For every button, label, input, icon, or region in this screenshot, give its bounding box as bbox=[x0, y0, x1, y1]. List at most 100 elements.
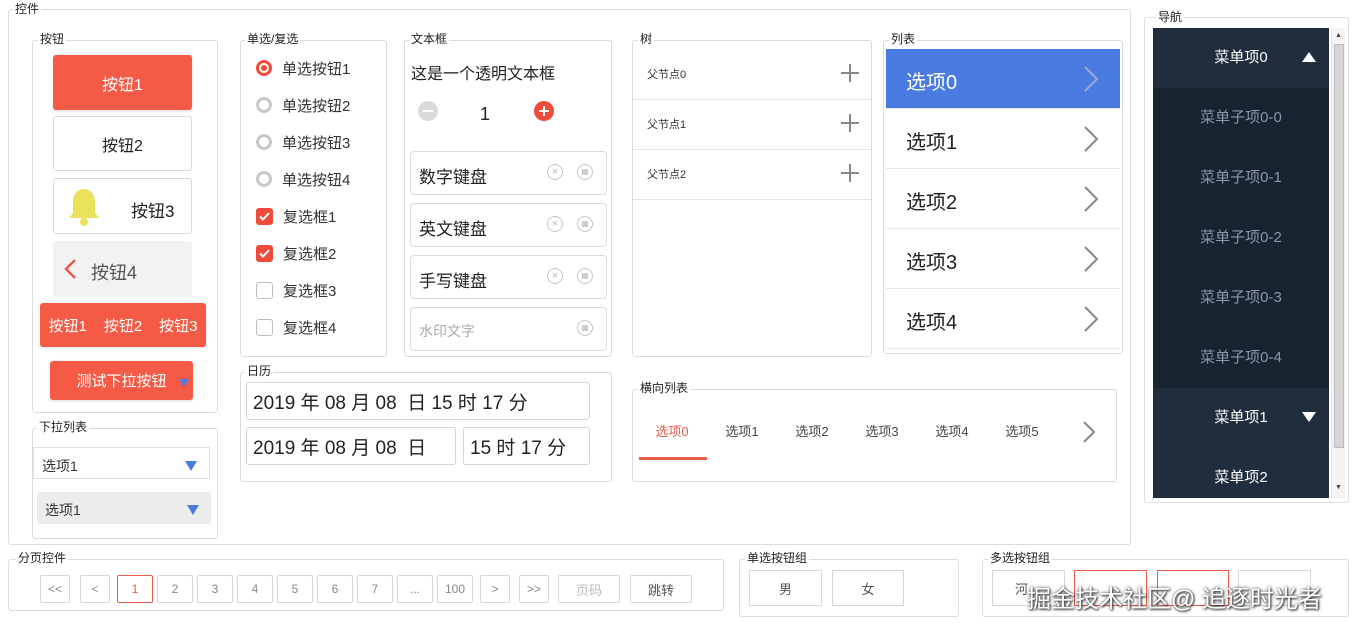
list-item-2[interactable]: 选项2 bbox=[886, 169, 1120, 229]
checkbox-1[interactable]: 复选框1 bbox=[256, 205, 336, 227]
scroll-up-arrow-icon[interactable]: ▲ bbox=[1335, 32, 1342, 39]
clear-icon[interactable]: × bbox=[547, 216, 563, 232]
tree-node-1[interactable]: 父节点1 bbox=[633, 99, 871, 150]
list-item-4[interactable]: 选项4 bbox=[886, 289, 1120, 349]
tree-node-2[interactable]: 父节点2 bbox=[633, 149, 871, 200]
handwrite-keyboard-text: 手写键盘 bbox=[419, 272, 487, 291]
keyboard-icon[interactable]: ▦ bbox=[577, 320, 593, 336]
watermark-input[interactable]: 水印文字 ▦ bbox=[410, 307, 607, 351]
radio-1[interactable]: 单选按钮1 bbox=[256, 57, 350, 79]
button-4[interactable]: 按钮4 bbox=[53, 241, 192, 297]
hlist-item-4[interactable]: 选项4 bbox=[918, 400, 986, 464]
page-next-button[interactable]: > bbox=[480, 575, 510, 603]
numeric-keyboard-text: 数字键盘 bbox=[419, 168, 487, 187]
page-3-button[interactable]: 3 bbox=[197, 575, 233, 603]
nav-menu-2[interactable]: 菜单项2 bbox=[1153, 448, 1329, 498]
nav-sub-0-2[interactable]: 菜单子项0-2 bbox=[1153, 208, 1329, 269]
button-3[interactable]: 按钮3 bbox=[53, 178, 192, 234]
clear-icon[interactable]: × bbox=[547, 164, 563, 180]
nav-sub-0-4[interactable]: 菜单子项0-4 bbox=[1153, 328, 1329, 389]
radio-group-male[interactable]: 男 bbox=[749, 570, 822, 606]
checkmark-icon bbox=[259, 211, 270, 221]
nav-sub-0-3[interactable]: 菜单子项0-3 bbox=[1153, 268, 1329, 329]
hlist-item-0[interactable]: 选项0 bbox=[638, 400, 706, 464]
chevron-left-icon bbox=[63, 258, 77, 283]
expand-plus-icon[interactable] bbox=[841, 114, 859, 132]
nav-menu: 菜单项0 菜单子项0-0 菜单子项0-1 菜单子项0-2 菜单子项0-3 菜单子… bbox=[1153, 28, 1329, 498]
page-7-button[interactable]: 7 bbox=[357, 575, 393, 603]
checkbox-4[interactable]: 复选框4 bbox=[256, 316, 336, 338]
checkbox-3[interactable]: 复选框3 bbox=[256, 279, 336, 301]
stepper-value[interactable]: 1 bbox=[480, 104, 490, 125]
plus-button[interactable] bbox=[534, 101, 554, 121]
button-group-item-2[interactable]: 按钮2 bbox=[104, 315, 142, 336]
chevron-right-icon bbox=[1084, 126, 1099, 152]
checkbox-4-label: 复选框4 bbox=[283, 319, 337, 337]
nav-scrollbar[interactable]: ▲ ▼ bbox=[1331, 28, 1345, 498]
list-item-1[interactable]: 选项1 bbox=[886, 109, 1120, 169]
dropdown-button[interactable]: 测试下拉按钮 bbox=[50, 361, 193, 400]
page-100-button[interactable]: 100 bbox=[437, 575, 473, 603]
handwrite-keyboard-input[interactable]: 手写键盘 × ▦ bbox=[410, 255, 607, 299]
select-1-value: 选项1 bbox=[42, 458, 78, 474]
select-1[interactable]: 选项1 bbox=[33, 447, 210, 479]
numeric-keyboard-input[interactable]: 数字键盘 × ▦ bbox=[410, 151, 607, 195]
chevron-right-icon[interactable] bbox=[1081, 420, 1097, 444]
radio-group-female[interactable]: 女 bbox=[832, 570, 904, 606]
tree-node-label: 父节点0 bbox=[647, 69, 687, 81]
page-number-input[interactable]: 页码 bbox=[558, 575, 620, 603]
tree-node-0[interactable]: 父节点0 bbox=[633, 49, 871, 100]
page-prev-button[interactable]: < bbox=[80, 575, 110, 603]
page-last-button[interactable]: >> bbox=[519, 575, 549, 603]
nav-title: 导航 bbox=[1156, 10, 1185, 24]
radio-circle bbox=[256, 97, 272, 113]
button-group-item-1[interactable]: 按钮1 bbox=[48, 315, 86, 336]
minus-button[interactable] bbox=[418, 101, 438, 121]
chevron-right-icon bbox=[1084, 66, 1099, 92]
page-2-button[interactable]: 2 bbox=[157, 575, 193, 603]
nav-menu-0[interactable]: 菜单项0 bbox=[1153, 28, 1329, 89]
hlist-item-2[interactable]: 选项2 bbox=[778, 400, 846, 464]
select-2-value: 选项1 bbox=[45, 502, 81, 518]
select-2[interactable]: 选项1 bbox=[37, 492, 211, 524]
bell-icon bbox=[66, 187, 102, 227]
button-group-item-3[interactable]: 按钮3 bbox=[159, 315, 197, 336]
clear-icon[interactable]: × bbox=[547, 268, 563, 284]
page-5-button[interactable]: 5 bbox=[277, 575, 313, 603]
choice-list: 单选按钮1 单选按钮2 单选按钮3 单选按钮4 复选框1 复选框2 复选框3 复… bbox=[240, 40, 387, 357]
nav-menu-1[interactable]: 菜单项1 bbox=[1153, 388, 1329, 449]
hlist-item-3[interactable]: 选项3 bbox=[848, 400, 916, 464]
english-keyboard-input[interactable]: 英文键盘 × ▦ bbox=[410, 203, 607, 247]
list-item-label: 选项3 bbox=[906, 252, 958, 274]
keyboard-icon[interactable]: ▦ bbox=[577, 216, 593, 232]
checkmark-icon bbox=[259, 248, 270, 258]
scroll-down-arrow-icon[interactable]: ▼ bbox=[1335, 484, 1342, 491]
hlist-item-5[interactable]: 选项5 bbox=[988, 400, 1056, 464]
checkbox-box bbox=[256, 244, 273, 262]
page-6-button[interactable]: 6 bbox=[317, 575, 353, 603]
list-item-0[interactable]: 选项0 bbox=[886, 49, 1120, 109]
expand-plus-icon[interactable] bbox=[841, 64, 859, 82]
nav-sub-0-1[interactable]: 菜单子项0-1 bbox=[1153, 148, 1329, 209]
checkbox-2[interactable]: 复选框2 bbox=[256, 242, 336, 264]
radio-3[interactable]: 单选按钮3 bbox=[256, 131, 350, 153]
scroll-thumb[interactable] bbox=[1334, 44, 1344, 448]
datetime-picker[interactable]: 2019 年 08 月 08 日 15 时 17 分 bbox=[246, 382, 590, 420]
list-item-3[interactable]: 选项3 bbox=[886, 229, 1120, 289]
expand-plus-icon[interactable] bbox=[841, 164, 859, 182]
radio-2[interactable]: 单选按钮2 bbox=[256, 94, 350, 116]
date-picker[interactable]: 2019 年 08 月 08 日 bbox=[246, 427, 456, 465]
keyboard-icon[interactable]: ▦ bbox=[577, 268, 593, 284]
nav-sub-0-0[interactable]: 菜单子项0-0 bbox=[1153, 88, 1329, 149]
page-1-button[interactable]: 1 bbox=[117, 575, 153, 603]
button-1[interactable]: 按钮1 bbox=[53, 55, 192, 110]
page-jump-button[interactable]: 跳转 bbox=[630, 575, 692, 603]
transparent-textbox[interactable]: 这是一个透明文本框 bbox=[411, 60, 555, 84]
radio-4[interactable]: 单选按钮4 bbox=[256, 168, 350, 190]
hlist-item-1[interactable]: 选项1 bbox=[708, 400, 776, 464]
button-2[interactable]: 按钮2 bbox=[53, 116, 192, 171]
page-4-button[interactable]: 4 bbox=[237, 575, 273, 603]
time-picker[interactable]: 15 时 17 分 bbox=[463, 427, 590, 465]
page-first-button[interactable]: << bbox=[40, 575, 70, 603]
keyboard-icon[interactable]: ▦ bbox=[577, 164, 593, 180]
